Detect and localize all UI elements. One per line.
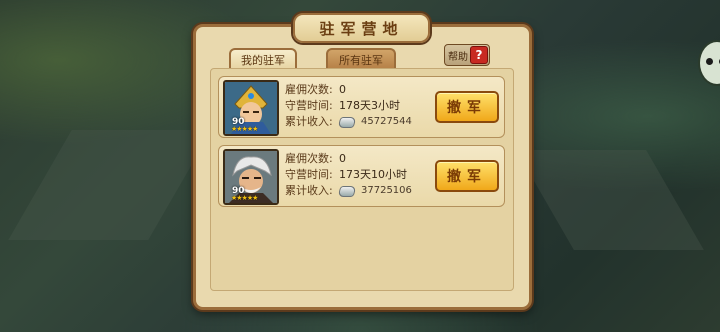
hire-count-label: 雇佣次数: (285, 152, 333, 165)
hire-count-label: 雇佣次数: (285, 83, 333, 96)
hire-count-value: 0 (339, 152, 346, 165)
total-income-value: 45727544 (361, 116, 412, 127)
panel-title: 驻军营地 (293, 13, 430, 43)
golden-helmet-general-portrait-icon[interactable]: 90 ★★★★★ (223, 80, 279, 136)
garrison-time-label: 守营时间: (285, 168, 333, 181)
help-button[interactable]: 帮助 ? (444, 44, 490, 66)
total-income-label: 累计收入: (285, 115, 333, 128)
star-rating: ★★★★★ (231, 125, 258, 133)
garrison-time-value: 173天10小时 (339, 168, 407, 181)
garrison-time-label: 守营时间: (285, 99, 333, 112)
tab-all-garrisons-label: 所有驻军 (339, 53, 383, 69)
background-terrain (516, 150, 704, 250)
withdraw-button[interactable]: 撤军 (435, 160, 499, 192)
hire-count-value: 0 (339, 83, 346, 96)
total-income-label: 累计收入: (285, 184, 333, 197)
star-rating: ★★★★★ (231, 194, 258, 202)
withdraw-button[interactable]: 撤军 (435, 91, 499, 123)
garrison-card: 90 ★★★★★ 雇佣次数: 0 守营时间: 173天10小时 累计收入: 37725… (218, 145, 505, 207)
side-panda-avatar[interactable] (698, 40, 720, 86)
tab-my-garrison[interactable]: 我的驻军 (229, 48, 297, 70)
silver-ingot-icon (337, 116, 357, 128)
tab-my-garrison-label: 我的驻军 (241, 53, 285, 69)
white-haired-general-portrait-icon[interactable]: 90 ★★★★★ (223, 149, 279, 205)
garrison-time-value: 178天3小时 (339, 99, 400, 112)
garrison-card: 90 ★★★★★ 雇佣次数: 0 守营时间: 178天3小时 累计收入: 457275… (218, 76, 505, 138)
tab-all-garrisons[interactable]: 所有驻军 (326, 48, 396, 70)
silver-ingot-icon (337, 185, 357, 197)
question-mark-icon: ? (470, 46, 488, 64)
total-income-value: 37725106 (361, 185, 412, 196)
background-terrain (8, 130, 212, 240)
help-label: 帮助 (448, 51, 468, 63)
